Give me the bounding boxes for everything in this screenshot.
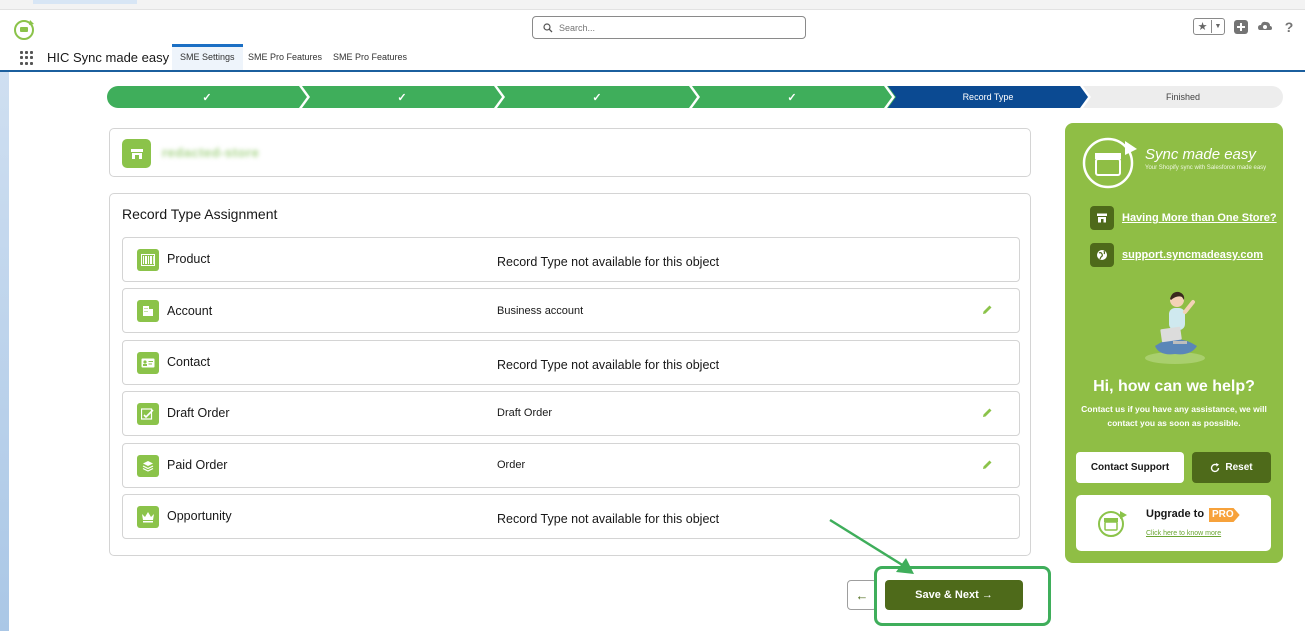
tab-sme-pro-features[interactable]: SME Pro Features [240, 44, 330, 70]
more-stores-link[interactable]: Having More than One Store? [1122, 212, 1277, 224]
add-icon[interactable] [1233, 19, 1249, 35]
support-link-row[interactable]: support.syncmadeasy.com [1090, 243, 1263, 267]
step-label: Finished [1165, 92, 1201, 102]
upgrade-link[interactable]: Click here to know more [1146, 530, 1221, 537]
record-row-account: Account Business account [122, 288, 1020, 333]
brand-subtitle: Your Shopify sync with Salesforce made e… [1145, 165, 1267, 171]
help-icon[interactable]: ? [1281, 19, 1297, 35]
progress-step-4[interactable]: ✓ [692, 86, 892, 108]
app-launcher-icon[interactable] [20, 51, 34, 65]
record-row-draft-order: Draft Order Draft Order [122, 391, 1020, 436]
globe-icon [1090, 243, 1114, 267]
record-row-paid-order: Paid Order Order [122, 443, 1020, 488]
row-value: Record Type not available for this objec… [497, 512, 720, 526]
app-name: HIC Sync made easy [47, 50, 170, 65]
row-label: Draft Order [167, 406, 230, 420]
step-label: Record Type [962, 92, 1014, 102]
arrow-left-icon: ← [855, 587, 869, 603]
refresh-icon [1211, 462, 1220, 472]
store-card: redacted-store [109, 128, 1031, 177]
edit-pencil-icon[interactable] [981, 407, 993, 419]
row-label: Contact [167, 355, 211, 369]
left-edge-bar [0, 72, 9, 631]
header-icons: ★ ▼ ? [1193, 18, 1297, 35]
reset-button[interactable]: Reset [1192, 452, 1271, 483]
record-row-product: Product Record Type not available for th… [122, 237, 1020, 282]
row-label: Paid Order [167, 458, 228, 472]
save-next-button[interactable]: Save & Next → [885, 580, 1023, 610]
setup-cloud-icon[interactable] [1257, 19, 1273, 35]
tab-sme-settings[interactable]: SME Settings [172, 44, 243, 70]
reset-label: Reset [1225, 462, 1253, 473]
browser-top-strip [0, 0, 1305, 10]
setup-progress-path: ✓ ✓ ✓ ✓ ✓ Record Type Finished [107, 86, 1283, 108]
store-icon [1090, 206, 1114, 230]
row-value: Record Type not available for this objec… [497, 358, 720, 372]
help-title: Hi, how can we help? [1093, 378, 1255, 395]
crown-icon [137, 506, 159, 528]
progress-step-record-type[interactable]: Record Type [888, 86, 1088, 108]
brand-block: Sync made easy Your Shopify sync with Sa… [1081, 135, 1271, 191]
edit-pencil-icon[interactable] [981, 459, 993, 471]
search-icon [543, 22, 553, 32]
support-link[interactable]: support.syncmadeasy.com [1122, 249, 1263, 261]
search-input[interactable] [559, 22, 779, 33]
upgrade-card[interactable]: Upgrade to PRO Click here to know more [1076, 495, 1271, 551]
back-button[interactable]: ← [847, 580, 877, 610]
record-type-assignment-card: Record Type Assignment Product Record Ty… [109, 193, 1031, 556]
row-label: Product [167, 252, 211, 266]
progress-step-finished[interactable]: Finished [1083, 86, 1283, 108]
progress-step-3[interactable]: ✓ [497, 86, 697, 108]
more-stores-link-row[interactable]: Having More than One Store? [1090, 206, 1277, 230]
star-icon[interactable]: ★ [1194, 20, 1212, 33]
upgrade-label: Upgrade to [1146, 508, 1205, 520]
help-text: Contact us if you have any assistance, w… [1081, 404, 1267, 428]
support-person-illustration [1145, 291, 1205, 364]
row-value: Business account [497, 305, 584, 317]
building-icon [137, 300, 159, 322]
contact-support-button[interactable]: Contact Support [1076, 452, 1184, 483]
store-icon [122, 139, 151, 168]
tab-sme-pro-features-2[interactable]: SME Pro Features [325, 44, 415, 70]
favorites-button[interactable]: ★ ▼ [1193, 18, 1225, 35]
layers-icon [137, 455, 159, 477]
sync-made-easy-logo-icon [1098, 511, 1127, 537]
chevron-down-icon[interactable]: ▼ [1212, 23, 1224, 30]
contact-card-icon [137, 352, 159, 374]
row-value: Record Type not available for this objec… [497, 255, 720, 269]
app-nav-bar: HIC Sync made easy SME Settings SME Pro … [0, 44, 1305, 72]
progress-step-2[interactable]: ✓ [302, 86, 502, 108]
brand-title: Sync made easy [1145, 146, 1256, 163]
sync-made-easy-logo-icon [1082, 137, 1137, 189]
browser-tab-highlight[interactable] [33, 0, 137, 4]
row-label: Account [167, 304, 213, 318]
barcode-icon [137, 249, 159, 271]
check-icon: ✓ [202, 91, 212, 104]
check-icon: ✓ [787, 91, 797, 104]
check-icon: ✓ [397, 91, 407, 104]
record-row-contact: Contact Record Type not available for th… [122, 340, 1020, 385]
help-sidebar: Sync made easy Your Shopify sync with Sa… [1065, 123, 1283, 563]
row-value: Draft Order [497, 407, 553, 419]
search-box[interactable] [532, 16, 806, 39]
sync-logo-icon[interactable] [12, 16, 38, 42]
check-icon: ✓ [592, 91, 602, 104]
store-name-blurred: redacted-store [162, 145, 260, 160]
draft-order-icon [137, 403, 159, 425]
pro-badge: PRO [1209, 508, 1240, 522]
edit-pencil-icon[interactable] [981, 304, 993, 316]
global-header: ★ ▼ ? [0, 10, 1305, 46]
assignment-title: Record Type Assignment [122, 206, 278, 222]
row-value: Order [497, 459, 526, 471]
progress-step-1[interactable]: ✓ [107, 86, 307, 108]
row-label: Opportunity [167, 509, 232, 523]
